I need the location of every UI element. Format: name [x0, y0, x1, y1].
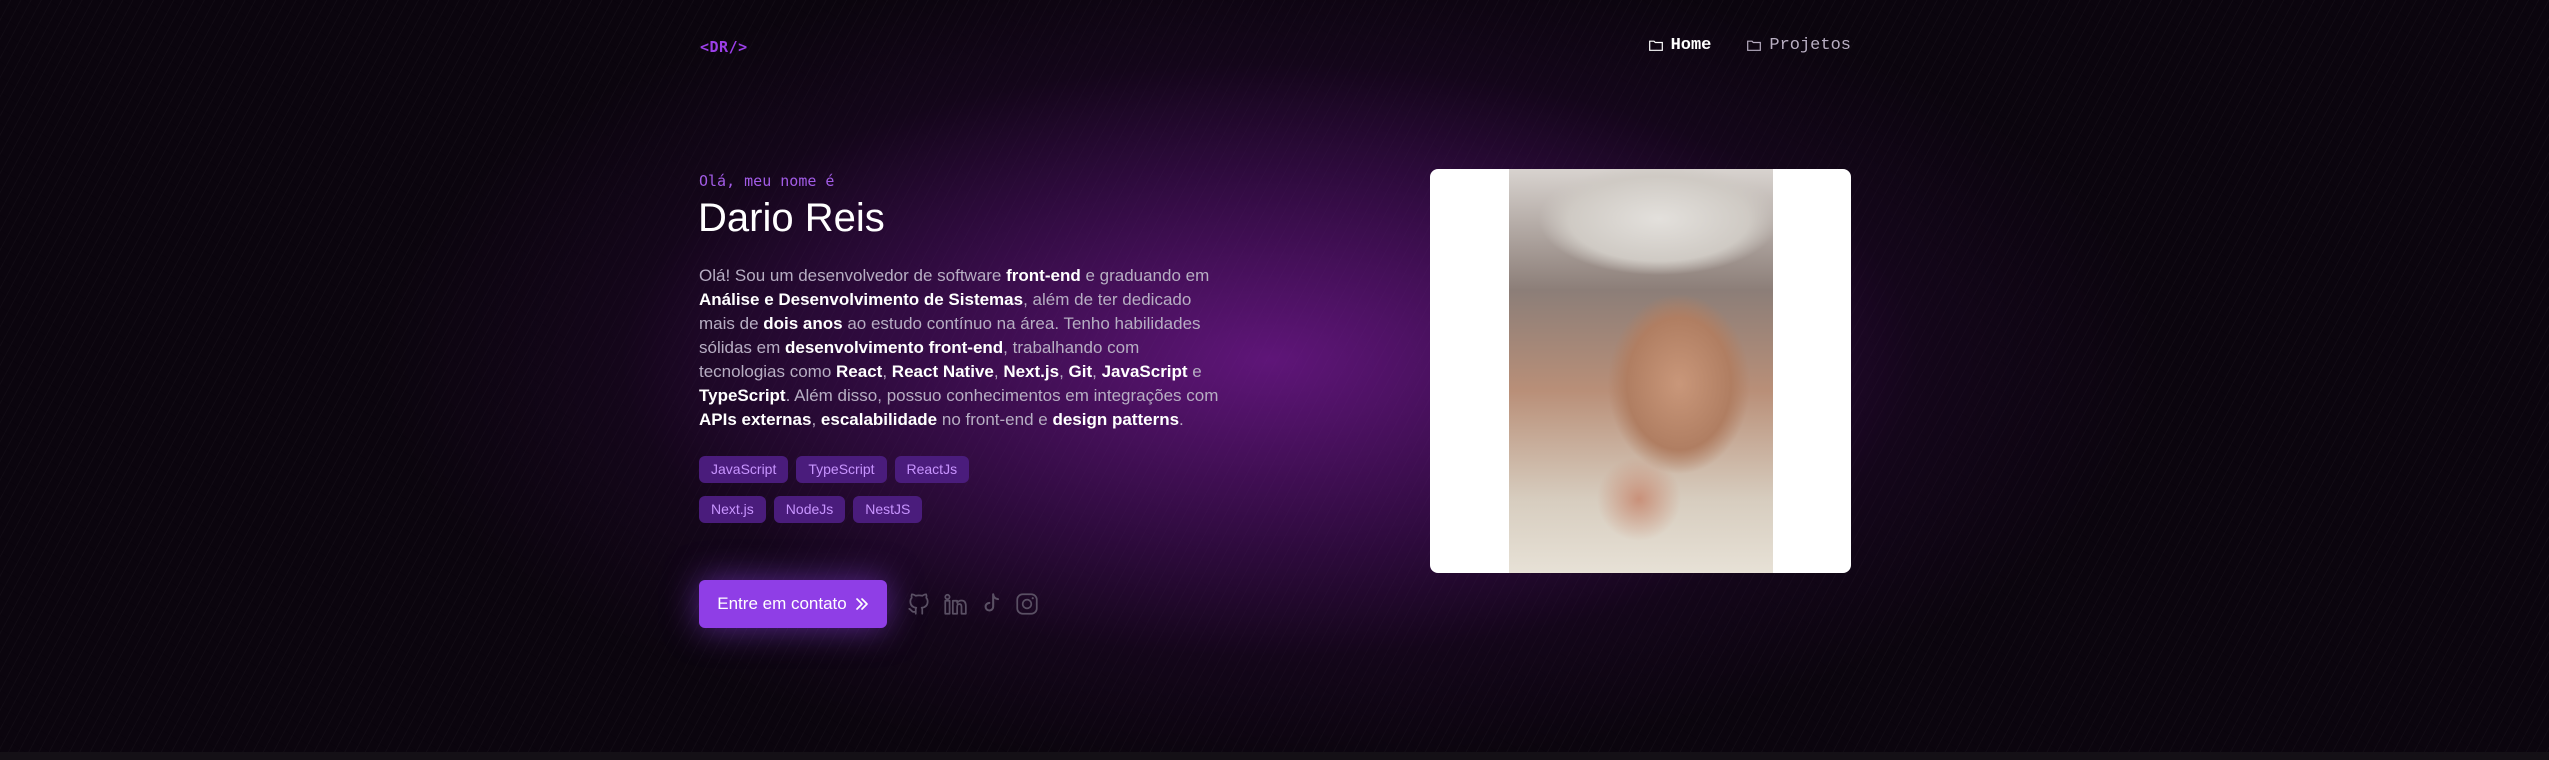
bio-highlight: design patterns [1052, 410, 1180, 429]
bio-text: , [1059, 362, 1069, 381]
tech-tag: JavaScript [699, 456, 789, 483]
bio-highlight: React [836, 362, 883, 381]
nav-home[interactable]: Home [1648, 36, 1712, 55]
bio-text: , [811, 410, 821, 429]
bio-highlight: escalabilidade [820, 410, 938, 429]
bottom-edge [0, 752, 2549, 760]
linkedin-icon[interactable] [942, 591, 968, 617]
tech-tags-row-1: JavaScript TypeScript ReactJs [699, 456, 970, 483]
logo[interactable]: <DR/> [700, 38, 748, 56]
tech-tag: Next.js [699, 496, 766, 523]
bio-text: . Além disso, possuo conhecimentos em in… [785, 386, 1219, 405]
tech-tag: NodeJs [773, 496, 846, 523]
bio-highlight: dois anos [763, 314, 843, 333]
contact-button[interactable]: Entre em contato [699, 580, 887, 628]
bio-text: , [1092, 362, 1102, 381]
bio-text: , [882, 362, 892, 381]
bio-highlight: front-end [1006, 266, 1081, 285]
nav-projetos[interactable]: Projetos [1747, 36, 1851, 55]
bio-text: , [993, 362, 1004, 381]
bio-text: . [1179, 410, 1184, 429]
bio-highlight: Next.js [1003, 362, 1060, 381]
bio-highlight: React Native [891, 362, 994, 381]
social-links [906, 591, 1040, 617]
tech-tag: TypeScript [796, 456, 887, 483]
nav-home-label: Home [1670, 36, 1712, 55]
page-title: Dario Reis [698, 196, 885, 240]
bio-highlight: Análise e Desenvolvimento de Sistemas [699, 290, 1024, 309]
bio-text: e [1187, 362, 1202, 381]
bio-text: Olá! Sou um desenvolvedor de software [699, 266, 1007, 285]
bio-highlight: JavaScript [1101, 362, 1188, 381]
tech-tag: ReactJs [894, 456, 970, 483]
bio-text: e graduando em [1080, 266, 1210, 285]
bio-highlight: desenvolvimento front-end [784, 338, 1004, 357]
tech-tag: NestJS [853, 496, 923, 523]
bio-highlight: APIs externas [699, 410, 812, 429]
background [0, 0, 2549, 752]
folder-icon [1747, 40, 1762, 51]
instagram-icon[interactable] [1014, 591, 1040, 617]
bio-text: no front-end e [937, 410, 1053, 429]
top-nav: Home Projetos [1648, 36, 1851, 55]
tech-tags-row-2: Next.js NodeJs NestJS [699, 496, 923, 523]
profile-photo-card [1430, 169, 1851, 573]
greeting: Olá, meu nome é [699, 172, 835, 190]
folder-icon [1648, 40, 1663, 51]
nav-projetos-label: Projetos [1769, 36, 1851, 55]
bio-highlight: TypeScript [699, 386, 786, 405]
github-icon[interactable] [906, 591, 932, 617]
contact-button-label: Entre em contato [717, 594, 847, 613]
chevrons-right-icon [855, 598, 868, 610]
bio-paragraph: Olá! Sou um desenvolvedor de software fr… [699, 264, 1229, 432]
tiktok-icon[interactable] [978, 591, 1004, 617]
profile-photo [1509, 169, 1773, 573]
bio-highlight: Git [1068, 362, 1093, 381]
